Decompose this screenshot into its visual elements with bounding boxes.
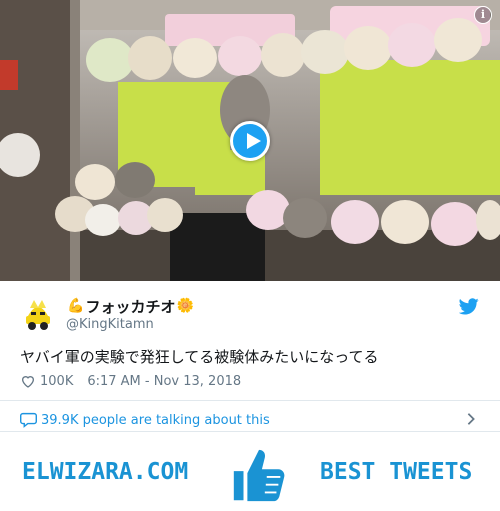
flexed-biceps-icon: 💪 bbox=[67, 298, 85, 314]
user-handle[interactable]: @KingKitamn bbox=[66, 317, 154, 332]
best-tweets-label[interactable]: BEST TWEETS bbox=[320, 459, 472, 485]
heart-icon[interactable] bbox=[20, 373, 36, 389]
avatar-image bbox=[20, 296, 56, 332]
display-name[interactable]: フォッカチオ bbox=[85, 296, 175, 317]
author-name-row[interactable]: 💪 フォッカチオ 🌼 bbox=[66, 296, 195, 316]
conversation-link[interactable]: 39.9K people are talking about this bbox=[20, 410, 480, 430]
tweet-timestamp[interactable]: 6:17 AM - Nov 13, 2018 bbox=[87, 374, 241, 389]
site-name[interactable]: ELWIZARA.COM bbox=[22, 459, 188, 485]
speech-bubble-icon bbox=[20, 412, 37, 428]
talking-count[interactable]: 39.9K people are talking about this bbox=[41, 413, 270, 428]
footer-banner: ELWIZARA.COM BEST TWEETS bbox=[0, 436, 500, 511]
blossom-icon: 🌼 bbox=[176, 298, 194, 314]
twitter-bird-icon[interactable] bbox=[459, 298, 479, 315]
divider bbox=[0, 431, 500, 432]
divider bbox=[0, 400, 500, 401]
play-icon[interactable] bbox=[230, 121, 270, 161]
chevron-right-icon[interactable] bbox=[466, 412, 476, 426]
tweet-meta: 100K 6:17 AM - Nov 13, 2018 bbox=[20, 372, 241, 390]
avatar[interactable] bbox=[20, 296, 56, 332]
tweet-text: ヤバイ軍の実験で発狂してる被験体みたいになってる bbox=[20, 348, 379, 366]
tweet-card: i 💪 フォッカチオ 🌼 @KingKitamn ヤバイ軍の実験で発狂してる被験… bbox=[0, 0, 500, 432]
video-thumbnail[interactable]: i bbox=[0, 0, 500, 281]
thumbs-up-icon bbox=[233, 449, 285, 502]
info-icon[interactable]: i bbox=[474, 6, 492, 24]
like-count[interactable]: 100K bbox=[40, 374, 73, 389]
